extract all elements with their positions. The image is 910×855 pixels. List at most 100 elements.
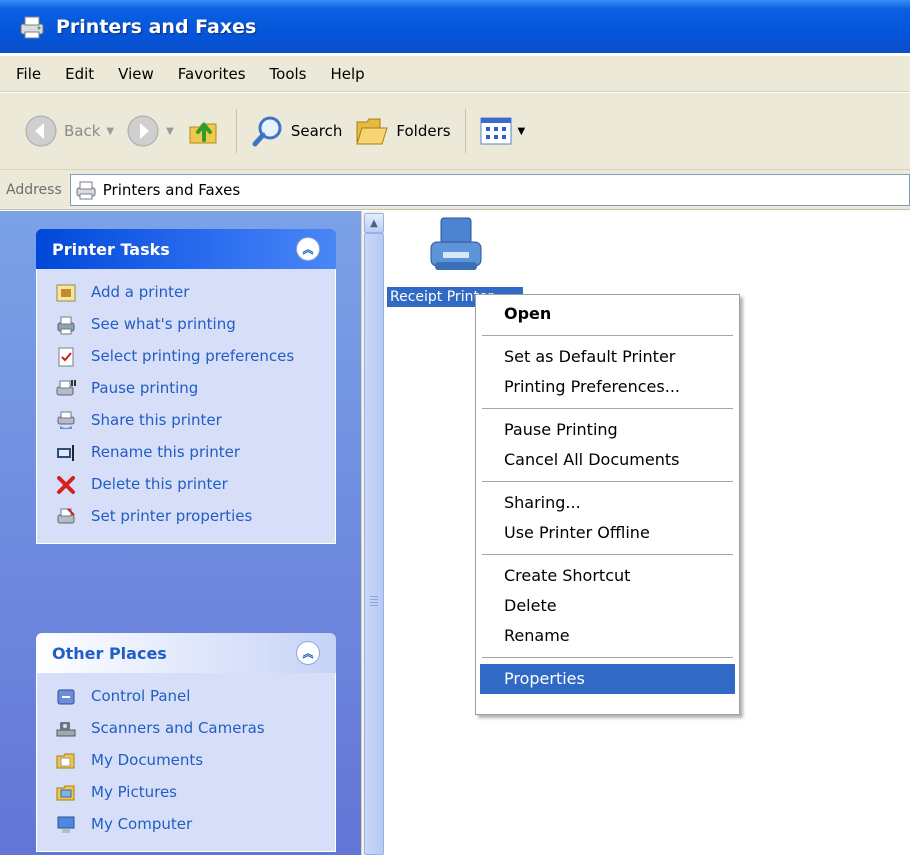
task-label: Share this printer (91, 411, 222, 429)
printer-icon (430, 217, 482, 270)
task-label: Add a printer (91, 283, 190, 301)
printer-tasks-panel: Printer Tasks ︽ Add a printer See what's… (36, 229, 336, 544)
place-label: My Documents (91, 751, 204, 769)
place-label: Scanners and Cameras (91, 719, 265, 737)
other-places-panel: Other Places ︽ Control Panel Scanners an… (36, 633, 336, 852)
menu-item-delete[interactable]: Delete (476, 591, 739, 621)
task-label: Delete this printer (91, 475, 228, 493)
print-queue-icon (55, 314, 77, 336)
folders-icon (356, 118, 389, 145)
menu-item-set-default[interactable]: Set as Default Printer (476, 342, 739, 372)
place-scanners-cameras[interactable]: Scanners and Cameras (37, 713, 335, 745)
menu-view[interactable]: View (106, 65, 166, 83)
place-my-computer[interactable]: My Computer (37, 809, 335, 841)
back-label: Back (64, 122, 101, 140)
scroll-up-arrow-icon[interactable]: ▲ (364, 213, 384, 233)
menu-separator (482, 554, 733, 555)
menu-tools[interactable]: Tools (258, 65, 319, 83)
task-pane-scrollbar[interactable]: ▲ (361, 211, 384, 855)
task-select-preferences[interactable]: Select printing preferences (37, 341, 335, 373)
task-share-printer[interactable]: Share this printer (37, 405, 335, 437)
task-pause-printing[interactable]: Pause printing (37, 373, 335, 405)
scroll-thumb[interactable] (364, 233, 384, 855)
forward-button[interactable]: ▼ (120, 106, 180, 156)
menu-item-cancel-all[interactable]: Cancel All Documents (476, 445, 739, 475)
task-label: Pause printing (91, 379, 199, 397)
menu-separator (482, 657, 733, 658)
task-printer-properties[interactable]: Set printer properties (37, 501, 335, 533)
place-label: My Computer (91, 815, 193, 833)
printer-tasks-header[interactable]: Printer Tasks ︽ (36, 229, 336, 269)
menu-item-open[interactable]: Open (476, 299, 739, 329)
search-button[interactable]: Search (245, 106, 349, 156)
collapse-chevron-icon[interactable]: ︽ (296, 237, 320, 261)
pictures-folder-icon (55, 782, 77, 804)
menu-item-properties[interactable]: Properties (480, 664, 735, 694)
menu-item-use-offline[interactable]: Use Printer Offline (476, 518, 739, 548)
toolbar: Back ▼ ▼ Search Folders ▼ (0, 93, 910, 170)
other-places-title: Other Places (52, 643, 167, 663)
rename-icon (55, 442, 77, 464)
other-places-header[interactable]: Other Places ︽ (36, 633, 336, 673)
menu-separator (482, 481, 733, 482)
menu-file[interactable]: File (6, 65, 53, 83)
task-add-printer[interactable]: Add a printer (37, 277, 335, 309)
collapse-chevron-icon[interactable]: ︽ (296, 641, 320, 665)
up-folder-button[interactable] (180, 106, 228, 156)
delete-icon (55, 474, 77, 496)
computer-icon (55, 814, 77, 836)
place-label: Control Panel (91, 687, 191, 705)
menu-item-printing-preferences[interactable]: Printing Preferences... (476, 372, 739, 402)
menu-edit[interactable]: Edit (53, 65, 106, 83)
scanner-camera-icon (55, 718, 77, 740)
menu-separator (482, 335, 733, 336)
menu-item-create-shortcut[interactable]: Create Shortcut (476, 561, 739, 591)
context-menu: Open Set as Default Printer Printing Pre… (475, 294, 740, 715)
scroll-grip (370, 596, 378, 597)
views-dropdown-icon[interactable]: ▼ (518, 126, 526, 137)
menu-item-rename[interactable]: Rename (476, 621, 739, 651)
place-label: My Pictures (91, 783, 177, 801)
documents-folder-icon (55, 750, 77, 772)
task-pane: Printer Tasks ︽ Add a printer See what's… (0, 211, 361, 855)
menu-bar: File Edit View Favorites Tools Help (0, 56, 910, 92)
task-see-printing[interactable]: See what's printing (37, 309, 335, 341)
control-panel-icon (55, 686, 77, 708)
back-dropdown-icon[interactable]: ▼ (106, 126, 114, 137)
views-button[interactable]: ▼ (474, 106, 532, 156)
place-control-panel[interactable]: Control Panel (37, 681, 335, 713)
menu-help[interactable]: Help (319, 65, 377, 83)
task-rename-printer[interactable]: Rename this printer (37, 437, 335, 469)
task-label: Set printer properties (91, 507, 253, 525)
address-field[interactable]: Printers and Faxes (69, 173, 910, 206)
place-my-pictures[interactable]: My Pictures (37, 777, 335, 809)
task-label: See what's printing (91, 315, 236, 333)
search-label: Search (290, 122, 343, 140)
scroll-grip (370, 599, 378, 600)
menu-favorites[interactable]: Favorites (166, 65, 258, 83)
task-label: Rename this printer (91, 443, 241, 461)
place-my-documents[interactable]: My Documents (37, 745, 335, 777)
scroll-grip (370, 602, 378, 603)
address-value: Printers and Faxes (102, 180, 241, 199)
address-label: Address (6, 181, 62, 198)
printers-faxes-icon (20, 16, 44, 38)
scroll-grip (370, 605, 378, 606)
add-printer-icon (55, 282, 77, 304)
preferences-icon (55, 346, 77, 368)
address-bar: Address Printers and Faxes (0, 170, 910, 210)
toolbar-separator (464, 109, 466, 153)
folders-button[interactable]: Folders (348, 106, 456, 156)
forward-dropdown-icon[interactable]: ▼ (166, 126, 174, 137)
menu-item-pause-printing[interactable]: Pause Printing (476, 415, 739, 445)
task-label: Select printing preferences (91, 347, 295, 365)
back-button[interactable]: Back ▼ (18, 106, 120, 156)
task-delete-printer[interactable]: Delete this printer (37, 469, 335, 501)
menu-item-sharing[interactable]: Sharing... (476, 488, 739, 518)
back-arrow-icon (25, 115, 57, 147)
views-icon (480, 117, 512, 145)
window-title: Printers and Faxes (56, 15, 257, 38)
title-bar: Printers and Faxes (0, 0, 910, 53)
printer-properties-icon (55, 506, 77, 528)
other-places-list: Control Panel Scanners and Cameras My Do… (36, 673, 336, 852)
